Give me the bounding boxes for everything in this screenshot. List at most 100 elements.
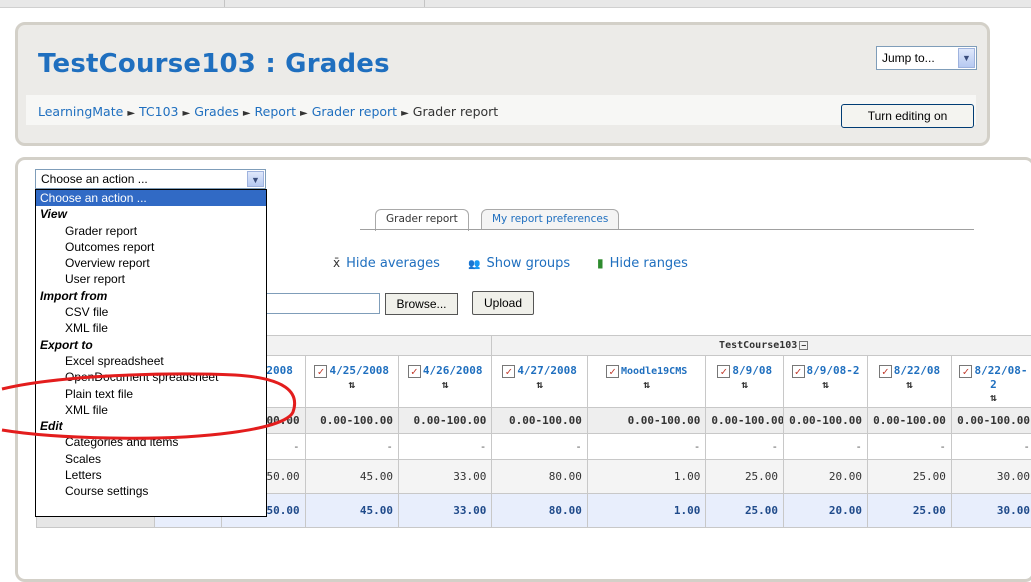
breadcrumb-link-grader-report[interactable]: Grader report	[312, 104, 397, 119]
dropdown-option[interactable]: Letters	[36, 467, 266, 483]
column-title[interactable]: 4/27/2008	[517, 364, 577, 377]
sort-icon[interactable]: ⇅	[593, 378, 701, 391]
header-panel: TestCourse103 : Grades Jump to... ▼ Lear…	[15, 22, 990, 146]
column-title[interactable]: 4/25/2008	[329, 364, 389, 377]
action-dropdown-list[interactable]: Choose an action ...ViewGrader reportOut…	[35, 189, 267, 517]
dropdown-group-label: Export to	[36, 337, 266, 353]
assignment-icon: ✓	[879, 365, 892, 378]
column-title[interactable]: Moodle19CMS	[621, 366, 687, 377]
grade-cell[interactable]: -	[492, 434, 587, 460]
breadcrumb-link-course[interactable]: TC103	[139, 104, 179, 119]
breadcrumb-bar: LearningMate►TC103►Grades►Report►Grader …	[26, 95, 976, 125]
column-title[interactable]: 8/9/08-2	[807, 364, 860, 377]
dropdown-option[interactable]: Plain text file	[36, 386, 266, 402]
column-header[interactable]: ✓8/9/08-2⇅	[784, 356, 868, 408]
strip-segment	[0, 0, 225, 7]
breadcrumb-separator-icon: ►	[401, 108, 409, 119]
sort-icon[interactable]: ⇅	[711, 378, 778, 391]
tab-my-report-preferences[interactable]: My report preferences	[481, 209, 619, 230]
average-cell: 25.00	[868, 460, 952, 494]
column-header[interactable]: ✓4/27/2008⇅	[492, 356, 587, 408]
dropdown-option[interactable]: Overview report	[36, 255, 266, 271]
overall-average-cell: 20.00	[784, 494, 868, 528]
dropdown-option[interactable]: CSV file	[36, 304, 266, 320]
breadcrumb-current: Grader report	[413, 104, 498, 119]
browse-button[interactable]: Browse...	[385, 293, 458, 315]
average-cell: 1.00	[587, 460, 706, 494]
hide-ranges-toggle[interactable]: ▮Hide ranges	[597, 256, 688, 271]
dropdown-option[interactable]: Course settings	[36, 483, 266, 499]
range-cell: 0.00-100.00	[784, 408, 868, 434]
column-header[interactable]: ✓8/22/08⇅	[868, 356, 952, 408]
column-header[interactable]: ✓4/25/2008⇅	[305, 356, 398, 408]
turn-editing-on-button[interactable]: Turn editing on	[841, 104, 974, 128]
sort-icon[interactable]: ⇅	[789, 378, 862, 391]
assignment-icon: ✓	[502, 365, 515, 378]
jump-to-select[interactable]: Jump to... ▼	[876, 46, 977, 70]
dropdown-option[interactable]: Excel spreadsheet	[36, 353, 266, 369]
sort-icon[interactable]: ⇅	[873, 378, 946, 391]
grade-cell[interactable]: -	[305, 434, 398, 460]
dropdown-option[interactable]: Scales	[36, 451, 266, 467]
assignment-icon: ✓	[959, 365, 972, 378]
column-header[interactable]: ✓Moodle19CMS⇅	[587, 356, 706, 408]
column-header[interactable]: ✓8/22/08-2⇅	[951, 356, 1031, 408]
show-groups-toggle[interactable]: 👥 Show groups	[468, 256, 570, 271]
breadcrumb-separator-icon: ►	[127, 108, 135, 119]
choose-action-select[interactable]: Choose an action ... ▼	[35, 169, 266, 189]
average-cell: 20.00	[784, 460, 868, 494]
dropdown-option[interactable]: Grader report	[36, 223, 266, 239]
tab-grader-report[interactable]: Grader report	[375, 209, 469, 231]
show-groups-label: Show groups	[486, 256, 570, 271]
sort-icon[interactable]: ⇅	[957, 391, 1030, 404]
sort-icon[interactable]: ⇅	[311, 378, 393, 391]
average-cell: 25.00	[706, 460, 784, 494]
hide-averages-toggle[interactable]: x̄Hide averages	[333, 256, 440, 271]
chevron-down-icon[interactable]: ▼	[958, 48, 975, 68]
dropdown-option[interactable]: Categories and items	[36, 434, 266, 450]
breadcrumb-separator-icon: ►	[183, 108, 191, 119]
column-header[interactable]: ✓8/9/08⇅	[706, 356, 784, 408]
grade-cell[interactable]: -	[951, 434, 1031, 460]
assignment-icon: ✓	[408, 365, 421, 378]
overall-average-cell: 25.00	[868, 494, 952, 528]
breadcrumb-link-site[interactable]: LearningMate	[38, 104, 123, 119]
dropdown-option[interactable]: Choose an action ...	[36, 190, 266, 206]
collapse-icon[interactable]: −	[799, 341, 808, 350]
dropdown-option[interactable]: XML file	[36, 320, 266, 336]
breadcrumb-link-report[interactable]: Report	[255, 104, 296, 119]
range-cell: 0.00-100.00	[868, 408, 952, 434]
sort-icon[interactable]: ⇅	[497, 378, 581, 391]
groups-icon: 👥	[468, 259, 480, 270]
grade-cell[interactable]: -	[868, 434, 952, 460]
dropdown-group-label: Import from	[36, 288, 266, 304]
column-title[interactable]: 8/22/08	[894, 364, 940, 377]
column-title[interactable]: 8/9/08	[732, 364, 772, 377]
grade-cell[interactable]: -	[587, 434, 706, 460]
hide-ranges-label: Hide ranges	[610, 256, 688, 271]
dropdown-option[interactable]: OpenDocument spreadsheet	[36, 369, 266, 385]
chevron-down-icon[interactable]: ▼	[247, 171, 264, 187]
grade-cell[interactable]: -	[706, 434, 784, 460]
file-path-input[interactable]	[262, 293, 380, 314]
overall-average-cell: 45.00	[305, 494, 398, 528]
range-cell: 0.00-100.00	[951, 408, 1031, 434]
average-icon: x̄	[333, 256, 340, 270]
dropdown-option[interactable]: User report	[36, 271, 266, 287]
jump-to-label: Jump to...	[882, 51, 935, 65]
tabs-underline	[360, 229, 974, 230]
dropdown-option[interactable]: XML file	[36, 402, 266, 418]
column-title[interactable]: 8/22/08-2	[974, 364, 1027, 391]
column-header[interactable]: ✓4/26/2008⇅	[398, 356, 491, 408]
dropdown-option[interactable]: Outcomes report	[36, 239, 266, 255]
sort-icon[interactable]: ⇅	[404, 378, 486, 391]
course-category-cell: TestCourse103−	[492, 336, 1031, 356]
choose-action-value: Choose an action ...	[41, 172, 148, 186]
upload-button[interactable]: Upload	[472, 291, 534, 315]
column-title[interactable]: 4/26/2008	[423, 364, 483, 377]
breadcrumb-link-grades[interactable]: Grades	[194, 104, 239, 119]
grade-cell[interactable]: -	[398, 434, 491, 460]
overall-average-cell: 80.00	[492, 494, 587, 528]
grade-cell[interactable]: -	[784, 434, 868, 460]
assignment-icon: ✓	[717, 365, 730, 378]
